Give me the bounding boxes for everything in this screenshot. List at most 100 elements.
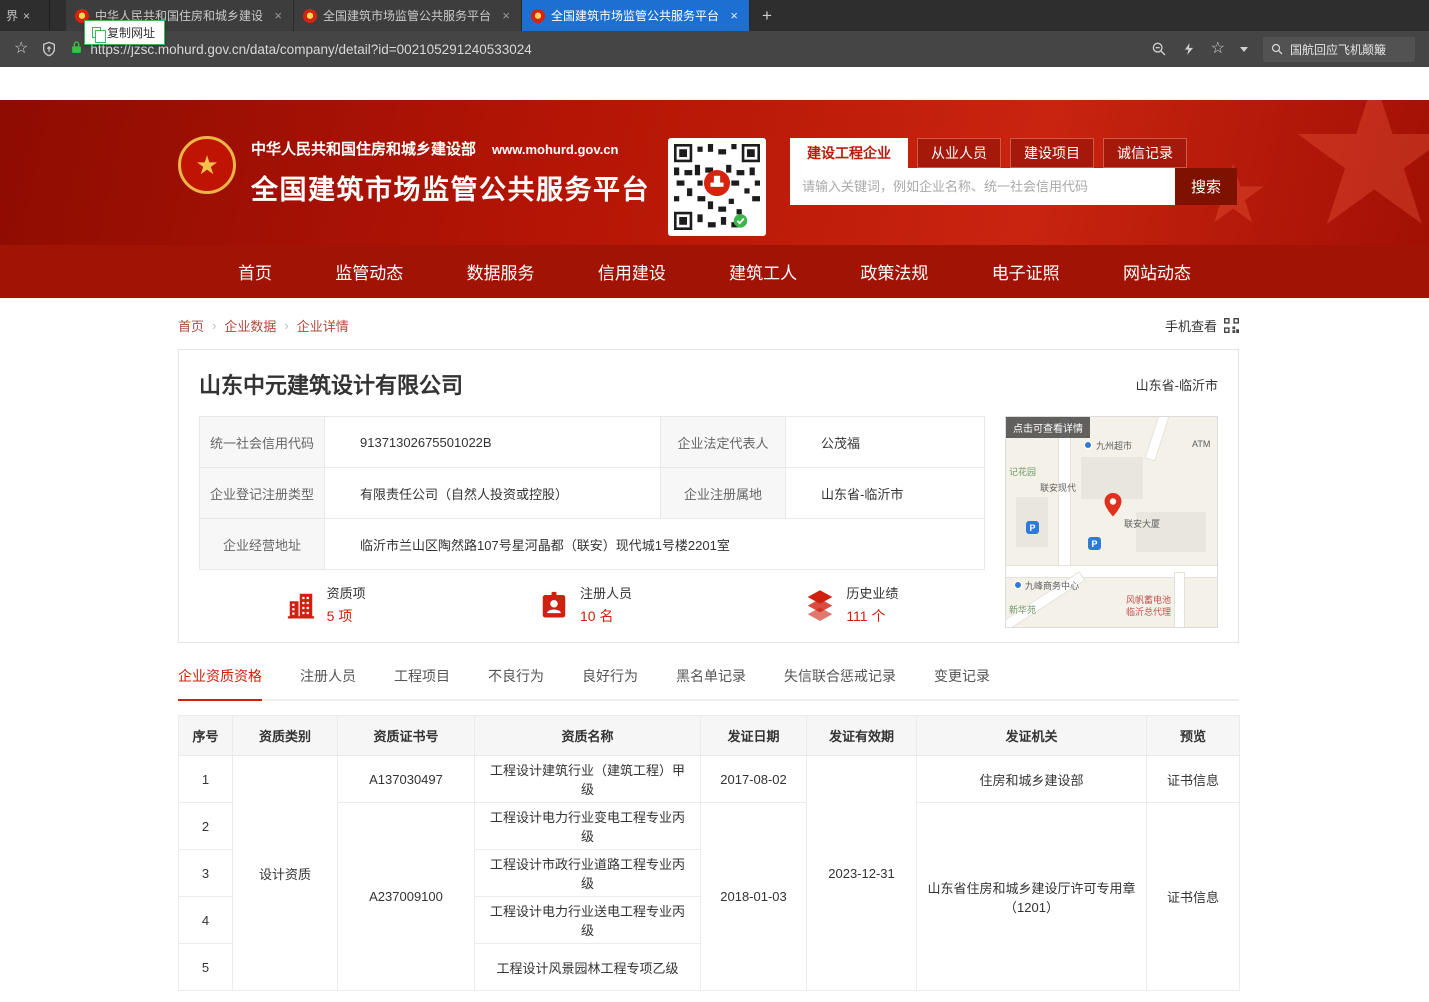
address-label: 企业经营地址 bbox=[200, 519, 325, 570]
address-bar-actions: ☆ 国航回应飞机颠簸 bbox=[1151, 37, 1415, 62]
copy-url-tooltip[interactable]: 复制网址 bbox=[84, 20, 165, 45]
cell-no: 1 bbox=[179, 756, 233, 803]
credit-code-label: 统一社会信用代码 bbox=[200, 417, 325, 468]
legal-rep-value: 公茂福 bbox=[786, 417, 985, 468]
breadcrumb: 首页 › 企业数据 › 企业详情 bbox=[178, 316, 349, 335]
nav-item-credit[interactable]: 信用建设 bbox=[598, 259, 666, 284]
ministry-name: 中华人民共和国住房和城乡建设部 bbox=[251, 138, 476, 159]
chevron-down-icon[interactable] bbox=[1240, 47, 1248, 52]
table-header-row: 序号 资质类别 资质证书号 资质名称 发证日期 发证有效期 发证机关 预览 bbox=[179, 716, 1240, 756]
lock-icon bbox=[70, 40, 83, 58]
map-label-xinhua: 新华苑 bbox=[1009, 603, 1036, 616]
poi-dot-icon bbox=[1084, 441, 1092, 449]
browser-tab-bar: 界 × 中华人民共和国住房和城乡建设 × 全国建筑市场监管公共服务平台 × 全国… bbox=[0, 0, 1429, 31]
url-field[interactable]: https://jzsc.mohurd.gov.cn/data/company/… bbox=[70, 40, 1137, 58]
col-header-authority: 发证机关 bbox=[917, 716, 1147, 756]
lightning-icon[interactable] bbox=[1182, 41, 1196, 57]
map-hint: 点击可查看详情 bbox=[1006, 417, 1090, 438]
browser-tab-2[interactable]: 全国建筑市场监管公共服务平台 × bbox=[294, 0, 522, 31]
stat-registered-personnel: 注册人员 10 名 bbox=[539, 583, 632, 626]
nav-item-site-news[interactable]: 网站动态 bbox=[1123, 259, 1191, 284]
tab-label: 全国建筑市场监管公共服务平台 bbox=[323, 7, 494, 24]
map-label-atm: ATM bbox=[1192, 439, 1210, 449]
zoom-icon[interactable] bbox=[1151, 41, 1167, 57]
close-icon[interactable]: × bbox=[23, 9, 30, 23]
search-tab-enterprise[interactable]: 建设工程企业 bbox=[790, 138, 908, 168]
main-nav: 首页 监管动态 数据服务 信用建设 建筑工人 政策法规 电子证照 网站动态 bbox=[0, 245, 1429, 298]
keyword-search-input[interactable] bbox=[790, 168, 1175, 205]
shield-icon[interactable] bbox=[41, 41, 57, 57]
favorite-star-icon[interactable]: ☆ bbox=[1211, 41, 1225, 57]
nav-item-supervision[interactable]: 监管动态 bbox=[335, 259, 403, 284]
map-label-tower: 联安大厦 bbox=[1124, 517, 1160, 530]
site-favicon-icon bbox=[303, 9, 317, 23]
stat-value: 5 项 bbox=[327, 606, 366, 626]
stat-label: 历史业绩 bbox=[846, 583, 898, 602]
nav-item-workers[interactable]: 建筑工人 bbox=[729, 259, 797, 284]
reg-type-value: 有限责任公司（自然人投资或控股） bbox=[325, 468, 661, 519]
nav-item-data-service[interactable]: 数据服务 bbox=[467, 259, 535, 284]
tab-bad-behavior[interactable]: 不良行为 bbox=[488, 666, 544, 699]
copy-url-label: 复制网址 bbox=[107, 24, 155, 41]
nav-item-home[interactable]: 首页 bbox=[238, 259, 272, 284]
breadcrumb-home[interactable]: 首页 bbox=[178, 316, 204, 335]
building-icon bbox=[286, 590, 316, 620]
tab-projects[interactable]: 工程项目 bbox=[394, 666, 450, 699]
ministry-url: www.mohurd.gov.cn bbox=[492, 142, 618, 157]
map-road bbox=[1145, 416, 1171, 461]
map-road bbox=[1174, 572, 1185, 628]
cell-name: 工程设计建筑行业（建筑工程）甲级 bbox=[475, 756, 701, 803]
map-label-battery-line2: 临沂总代理 bbox=[1126, 605, 1171, 618]
nav-item-policy[interactable]: 政策法规 bbox=[860, 259, 928, 284]
cell-issue-date: 2017-08-02 bbox=[701, 756, 807, 803]
tab-registered-personnel[interactable]: 注册人员 bbox=[300, 666, 356, 699]
cell-no: 3 bbox=[179, 850, 233, 897]
cert-info-link[interactable]: 证书信息 bbox=[1147, 803, 1240, 991]
tab-qualifications[interactable]: 企业资质资格 bbox=[178, 666, 262, 701]
cell-no: 5 bbox=[179, 944, 233, 991]
legal-rep-label: 企业法定代表人 bbox=[661, 417, 786, 468]
bookmark-star-icon[interactable]: ☆ bbox=[14, 41, 28, 57]
cert-info-link[interactable]: 证书信息 bbox=[1147, 756, 1240, 803]
browser-tab-3-active[interactable]: 全国建筑市场监管公共服务平台 × bbox=[522, 0, 750, 31]
nav-item-e-license[interactable]: 电子证照 bbox=[992, 259, 1060, 284]
company-location-map[interactable]: 点击可查看详情 九州超市 ATM 记花园 联安现代 P P 联安大厦 九峰商务中… bbox=[1005, 416, 1218, 628]
site-logo-block[interactable]: ★ 中华人民共和国住房和城乡建设部 www.mohurd.gov.cn 全国建筑… bbox=[178, 136, 650, 207]
close-icon[interactable]: × bbox=[500, 8, 512, 23]
search-button[interactable]: 搜索 bbox=[1175, 168, 1237, 205]
browser-chrome: 界 × 中华人民共和国住房和城乡建设 × 全国建筑市场监管公共服务平台 × 全国… bbox=[0, 0, 1429, 100]
site-header: ★ ★ ★ 中华人民共和国住房和城乡建设部 www.mohurd.gov.cn … bbox=[0, 100, 1429, 245]
tab-dishonesty-records[interactable]: 失信联合惩戒记录 bbox=[784, 666, 896, 699]
cell-cert-no: A137030497 bbox=[338, 756, 475, 803]
search-tab-personnel[interactable]: 从业人员 bbox=[917, 138, 1001, 168]
qualification-table: 序号 资质类别 资质证书号 资质名称 发证日期 发证有效期 发证机关 预览 1 … bbox=[178, 715, 1240, 991]
cell-name: 工程设计市政行业道路工程专业丙级 bbox=[475, 850, 701, 897]
cell-no: 4 bbox=[179, 897, 233, 944]
col-header-cert-no: 资质证书号 bbox=[338, 716, 475, 756]
cell-authority: 住房和城乡建设部 bbox=[917, 756, 1147, 803]
header-search-zone: 建设工程企业 从业人员 建设项目 诚信记录 搜索 bbox=[790, 138, 1237, 205]
tab-blacklist[interactable]: 黑名单记录 bbox=[676, 666, 746, 699]
browser-quick-search[interactable]: 国航回应飞机颠簸 bbox=[1263, 37, 1415, 62]
breadcrumb-sep-icon: › bbox=[212, 318, 216, 333]
mobile-view-button[interactable]: 手机查看 bbox=[1165, 316, 1239, 335]
parking-icon: P bbox=[1088, 537, 1101, 550]
close-icon[interactable]: × bbox=[728, 8, 740, 23]
tab-change-records[interactable]: 变更记录 bbox=[934, 666, 990, 699]
tab-good-behavior[interactable]: 良好行为 bbox=[582, 666, 638, 699]
qr-mini-icon bbox=[1224, 318, 1239, 333]
company-info-table: 统一社会信用代码 91371302675501022B 企业法定代表人 公茂福 … bbox=[199, 416, 985, 570]
search-tab-credit[interactable]: 诚信记录 bbox=[1103, 138, 1187, 168]
stat-qualifications: 资质项 5 项 bbox=[286, 583, 366, 626]
new-tab-button[interactable]: + bbox=[750, 0, 784, 31]
browser-tab-partial[interactable]: 界 × bbox=[0, 0, 50, 31]
tab-label: 界 bbox=[6, 7, 18, 24]
col-header-category: 资质类别 bbox=[233, 716, 338, 756]
search-tab-project[interactable]: 建设项目 bbox=[1010, 138, 1094, 168]
close-icon[interactable]: × bbox=[272, 8, 284, 23]
browser-address-bar: ☆ https://jzsc.mohurd.gov.cn/data/compan… bbox=[0, 31, 1429, 67]
header-qr-code bbox=[668, 138, 766, 236]
breadcrumb-company-data[interactable]: 企业数据 bbox=[224, 316, 276, 335]
site-favicon-icon bbox=[531, 9, 545, 23]
credit-code-value: 91371302675501022B bbox=[325, 417, 661, 468]
